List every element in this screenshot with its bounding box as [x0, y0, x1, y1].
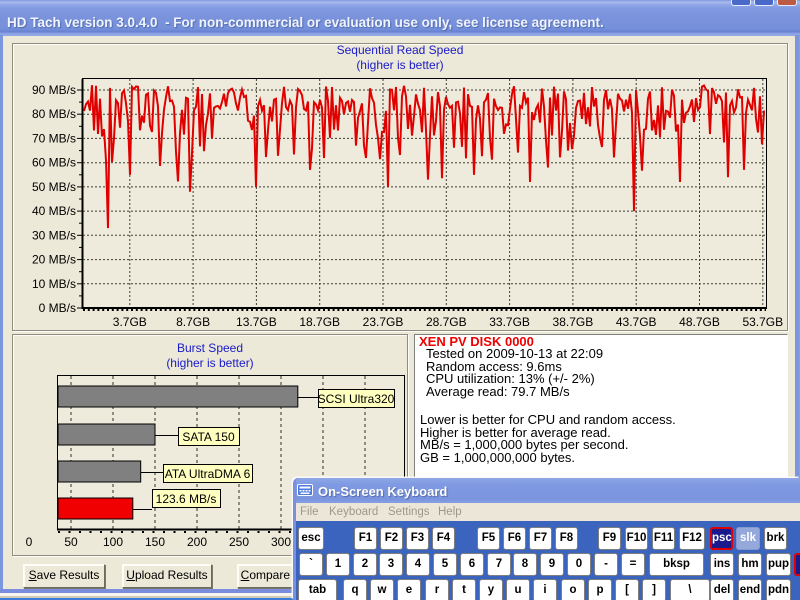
svg-text:SCSI Ultra320: SCSI Ultra320: [318, 392, 395, 406]
svg-text:33.7GB: 33.7GB: [489, 315, 530, 329]
svg-text:150: 150: [145, 535, 165, 549]
svg-text:8.7GB: 8.7GB: [176, 315, 210, 329]
svg-text:10 MB/s: 10 MB/s: [32, 277, 76, 291]
svg-text:300: 300: [271, 535, 291, 549]
svg-text:50 MB/s: 50 MB/s: [32, 180, 76, 194]
svg-text:48.7GB: 48.7GB: [679, 315, 720, 329]
svg-text:23.7GB: 23.7GB: [363, 315, 404, 329]
svg-text:18.7GB: 18.7GB: [299, 315, 340, 329]
svg-text:SATA 150: SATA 150: [182, 430, 235, 444]
svg-text:250: 250: [229, 535, 249, 549]
svg-text:13.7GB: 13.7GB: [236, 315, 277, 329]
svg-text:38.7GB: 38.7GB: [553, 315, 594, 329]
svg-text:90 MB/s: 90 MB/s: [32, 83, 76, 97]
svg-text:28.7GB: 28.7GB: [426, 315, 467, 329]
svg-text:60 MB/s: 60 MB/s: [32, 156, 76, 170]
svg-text:53.7GB: 53.7GB: [742, 315, 783, 329]
svg-text:70 MB/s: 70 MB/s: [32, 131, 76, 145]
svg-text:ATA UltraDMA 6: ATA UltraDMA 6: [165, 467, 251, 481]
svg-text:50: 50: [64, 535, 78, 549]
svg-text:200: 200: [187, 535, 207, 549]
svg-text:30 MB/s: 30 MB/s: [32, 228, 76, 242]
svg-text:123.6 MB/s: 123.6 MB/s: [156, 492, 217, 506]
svg-text:43.7GB: 43.7GB: [616, 315, 657, 329]
svg-text:40 MB/s: 40 MB/s: [32, 204, 76, 218]
svg-text:0: 0: [26, 535, 33, 549]
svg-text:80 MB/s: 80 MB/s: [32, 107, 76, 121]
svg-text:3.7GB: 3.7GB: [113, 315, 147, 329]
svg-text:20 MB/s: 20 MB/s: [32, 253, 76, 267]
svg-text:0 MB/s: 0 MB/s: [39, 301, 76, 315]
svg-text:100: 100: [103, 535, 123, 549]
